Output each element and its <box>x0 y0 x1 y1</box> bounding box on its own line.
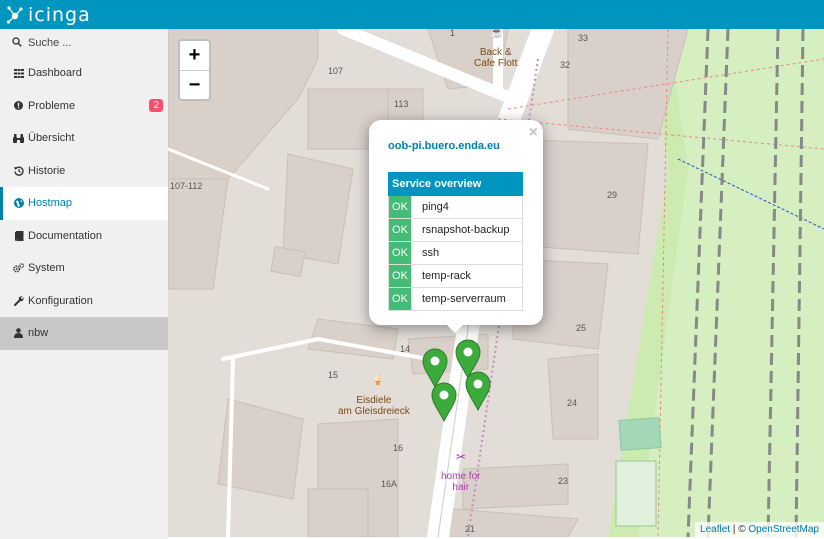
map-label-107-112: 107-112 <box>170 181 203 191</box>
globe-icon <box>13 198 24 209</box>
nav-item-probleme[interactable]: Probleme 2 <box>0 90 168 123</box>
service-overview-table: Service overview OK ping4 OK rsnapshot-b… <box>388 172 523 311</box>
nav-item-documentation[interactable]: Documentation <box>0 220 168 253</box>
leaflet-link[interactable]: Leaflet <box>700 524 730 535</box>
host-marker-3[interactable] <box>465 371 491 411</box>
hairdresser-icon: ✂ <box>456 450 467 464</box>
dashboard-icon <box>13 68 24 78</box>
nav-item-hostmap[interactable]: Hostmap <box>0 187 168 220</box>
popup-tip <box>445 323 465 333</box>
sidebar: Suche ... Dashboard Probleme 2 Übersicht… <box>0 29 168 539</box>
icinga-logo[interactable]: icinga <box>6 2 91 27</box>
zoom-in-button[interactable]: + <box>180 41 209 70</box>
service-name[interactable]: rsnapshot-backup <box>411 218 523 242</box>
search-label: Suche ... <box>28 37 72 49</box>
nav-item-user[interactable]: nbw <box>0 317 168 350</box>
hostmap-map[interactable]: 107 113 107-112 33 32 29 25 24 23 21 14 … <box>168 29 824 537</box>
icinga-logo-icon <box>6 5 23 24</box>
history-icon <box>13 166 24 176</box>
exclamation-icon <box>13 101 24 111</box>
zoom-out-button[interactable]: − <box>180 70 209 99</box>
map-label-1: 1 <box>450 29 456 38</box>
nav-label-system: System <box>28 262 65 275</box>
map-label-16a: 16A <box>381 479 398 489</box>
host-marker-4[interactable] <box>431 382 457 422</box>
map-attribution: Leaflet | © OpenStreetMap <box>695 522 824 537</box>
zoom-control: + − <box>178 39 211 101</box>
map-label-15: 15 <box>328 370 339 380</box>
map-label-29: 29 <box>607 190 618 200</box>
problem-count-badge: 2 <box>149 98 163 112</box>
nav-label-probleme: Probleme <box>28 99 76 112</box>
map-label-14: 14 <box>400 344 411 354</box>
attribution-separator: | © <box>730 524 749 535</box>
nav-item-historie[interactable]: Historie <box>0 155 168 188</box>
nav-item-dashboard[interactable]: Dashboard <box>0 57 168 90</box>
table-row[interactable]: OK ssh <box>388 241 523 265</box>
service-name[interactable]: ping4 <box>411 195 523 219</box>
map-label-32: 32 <box>560 60 571 70</box>
nav-item-konfiguration[interactable]: Konfiguration <box>0 285 168 318</box>
wrench-icon <box>13 296 24 306</box>
service-state-badge: OK <box>388 264 412 288</box>
nav-label-uebersicht: Übersicht <box>28 132 75 145</box>
service-state-badge: OK <box>388 287 412 311</box>
map-label-24: 24 <box>567 398 578 408</box>
popup-close-button[interactable]: × <box>529 124 538 142</box>
map-label-113: 113 <box>394 99 409 109</box>
table-row[interactable]: OK rsnapshot-backup <box>388 218 523 242</box>
nav-item-system[interactable]: System <box>0 252 168 285</box>
icecream-icon: 🍦 <box>371 374 385 386</box>
book-icon <box>13 230 24 241</box>
osm-link[interactable]: OpenStreetMap <box>748 524 819 535</box>
poi-eisdiele-label: Eisdiele am Gleisdreieck <box>338 395 410 417</box>
service-state-badge: OK <box>388 241 412 265</box>
map-label-25: 25 <box>576 323 587 333</box>
nav-label-documentation: Documentation <box>28 229 102 242</box>
service-overview-header: Service overview <box>388 172 523 196</box>
map-label-33: 33 <box>578 33 589 43</box>
nav-label-hostmap: Hostmap <box>28 197 73 210</box>
service-name[interactable]: temp-rack <box>411 264 523 288</box>
service-state-badge: OK <box>388 195 412 219</box>
nav-label-user: nbw <box>28 327 49 340</box>
poi-hair-label: home for hair <box>441 471 481 493</box>
cogs-icon <box>13 263 24 273</box>
map-label-23: 23 <box>558 476 569 486</box>
service-name[interactable]: ssh <box>411 241 523 265</box>
nav-label-dashboard: Dashboard <box>28 67 82 80</box>
search-icon <box>12 36 24 50</box>
map-label-16: 16 <box>393 443 404 453</box>
user-icon <box>13 328 24 339</box>
logo-text: icinga <box>28 3 91 26</box>
top-header: icinga <box>0 0 824 29</box>
table-row[interactable]: OK temp-serverraum <box>388 287 523 311</box>
nav-item-uebersicht[interactable]: Übersicht <box>0 122 168 155</box>
nav-label-historie: Historie <box>28 164 66 177</box>
cafe-icon: ☕ <box>490 29 504 39</box>
popup-host-link[interactable]: oob-pi.buero.enda.eu <box>388 140 500 152</box>
binoculars-icon <box>13 133 24 143</box>
map-label-107: 107 <box>328 66 344 76</box>
host-popup: × oob-pi.buero.enda.eu Service overview … <box>369 120 543 325</box>
service-name[interactable]: temp-serverraum <box>411 287 523 311</box>
search-input[interactable]: Suche ... <box>0 29 168 57</box>
main-nav: Dashboard Probleme 2 Übersicht Historie … <box>0 57 168 350</box>
poi-cafe-label: Back & Cafe Flott <box>474 47 518 69</box>
table-row[interactable]: OK ping4 <box>388 195 523 219</box>
table-row[interactable]: OK temp-rack <box>388 264 523 288</box>
nav-label-konfiguration: Konfiguration <box>28 294 93 307</box>
map-label-21: 21 <box>465 524 476 534</box>
service-state-badge: OK <box>388 218 412 242</box>
